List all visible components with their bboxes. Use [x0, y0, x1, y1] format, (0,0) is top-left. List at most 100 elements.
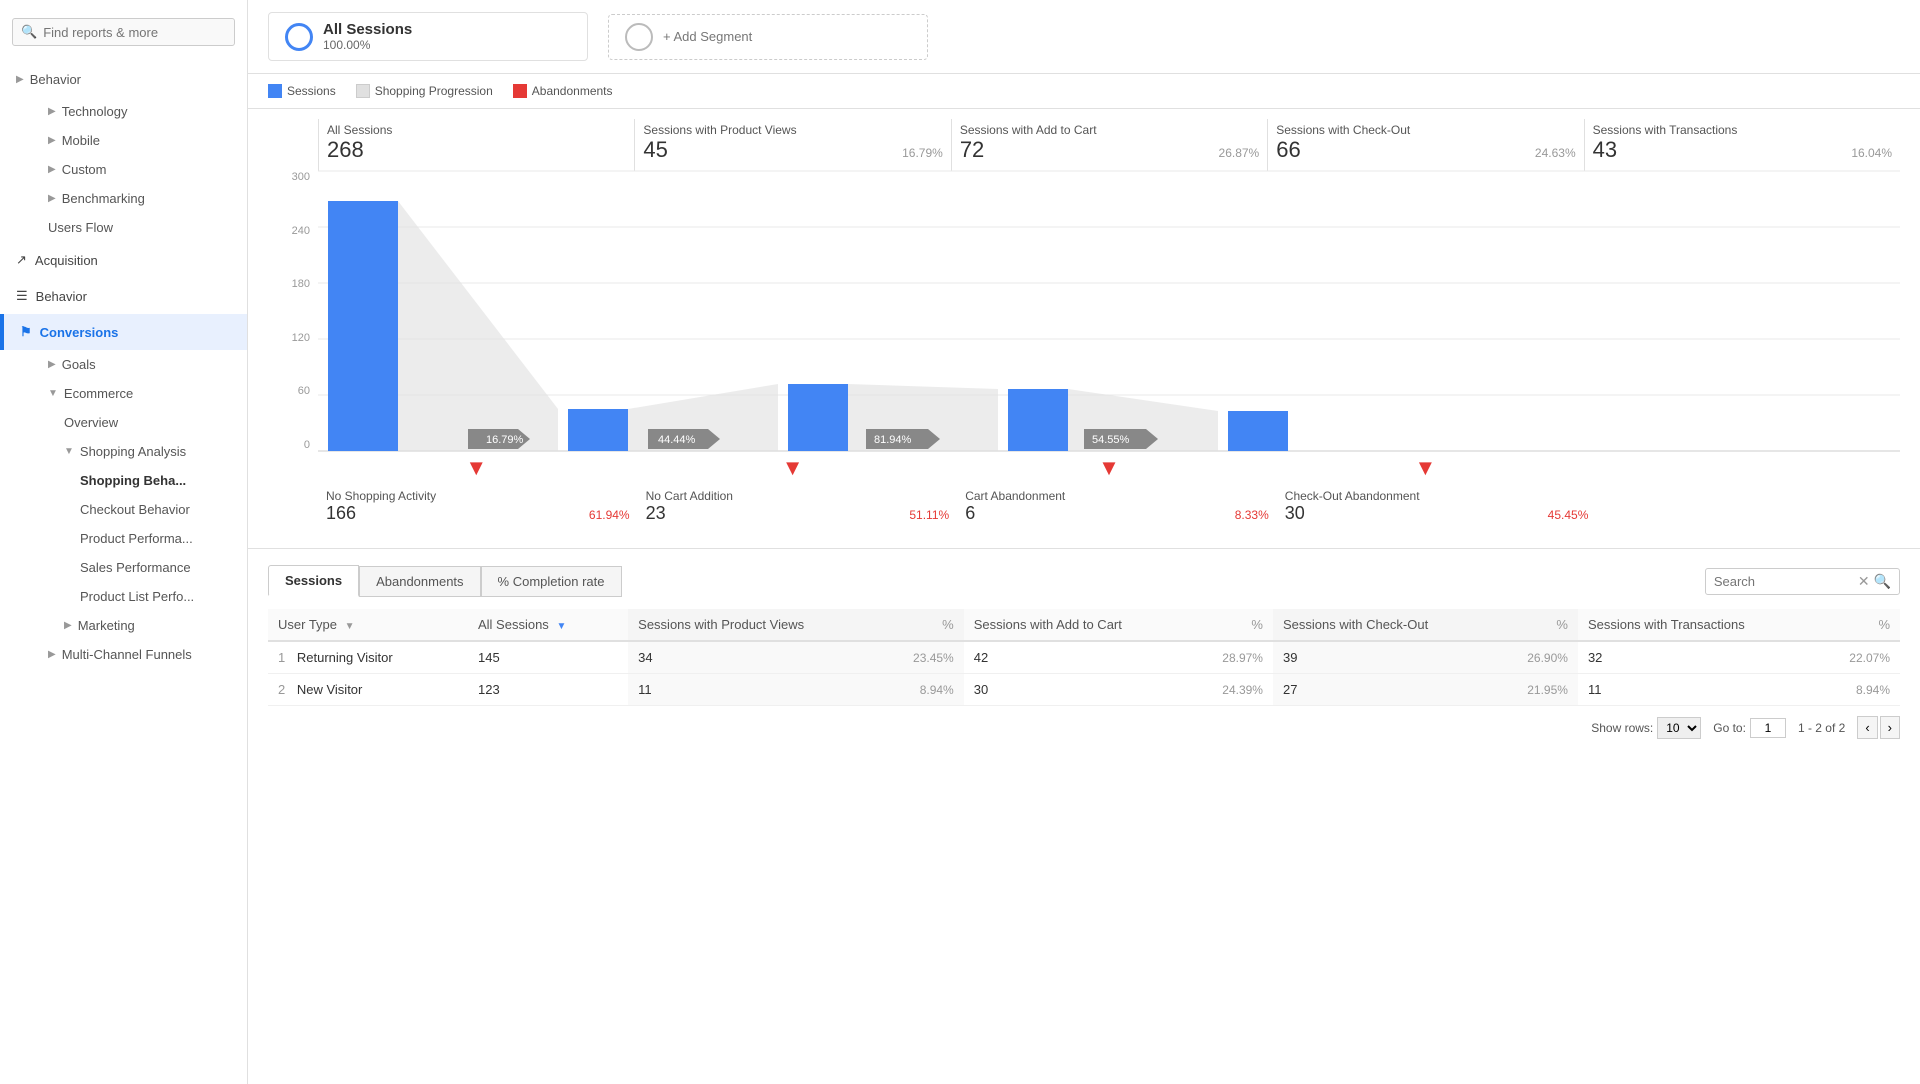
arrow-icon: ▶	[48, 106, 56, 117]
sidebar-item-behavior-main[interactable]: ☰ Behavior	[0, 278, 247, 314]
row2-all-sessions: 123	[468, 674, 628, 706]
col-header-all-sessions[interactable]: All Sessions ▼	[468, 609, 628, 641]
sidebar-item-product-performance[interactable]: Product Performa...	[64, 524, 247, 553]
y-label-5: 300	[292, 171, 310, 183]
col-label-user-type: User Type	[278, 617, 337, 632]
sidebar-item-shopping-behavior[interactable]: Shopping Beha...	[64, 466, 247, 495]
col-header-pct-2: %	[1212, 609, 1273, 641]
sessions-legend-box	[268, 84, 282, 98]
search-input[interactable]	[43, 25, 226, 40]
col-header-transactions: Sessions with Transactions	[1578, 609, 1839, 641]
sidebar-label: Users Flow	[48, 220, 113, 235]
sidebar-item-ecommerce[interactable]: ▼ Ecommerce	[32, 379, 247, 408]
add-segment-button[interactable]: + Add Segment	[608, 14, 928, 60]
goto-label: Go to:	[1713, 721, 1746, 735]
table-footer: Show rows: 10 25 50 Go to: 1 - 2 of 2 ‹ …	[268, 706, 1900, 739]
stage-pct-2: 26.87%	[1219, 146, 1260, 160]
row2-checkout-pct: 21.95%	[1517, 674, 1578, 706]
sidebar-label: Checkout Behavior	[80, 502, 190, 517]
tab-completion-rate[interactable]: % Completion rate	[481, 566, 622, 597]
arrow-label-2: 81.94%	[874, 434, 912, 446]
legend-bar: Sessions Shopping Progression Abandonmen…	[248, 74, 1920, 109]
prev-page-button[interactable]: ‹	[1857, 716, 1877, 739]
stage-value-0: 268	[327, 137, 364, 163]
row1-user-type: 1 Returning Visitor	[268, 641, 468, 674]
down-arrow-2: ▼	[951, 451, 1267, 485]
table-header-row: User Type ▼ All Sessions ▼ Sessions with…	[268, 609, 1900, 641]
row2-checkout: 27	[1273, 674, 1517, 706]
sidebar-item-conversions[interactable]: ⚑ Conversions	[0, 314, 247, 350]
goto-box[interactable]: Go to:	[1713, 718, 1786, 738]
aband-label-2: Cart Abandonment	[965, 489, 1269, 503]
table-search-box[interactable]: ✕ 🔍	[1705, 568, 1900, 595]
row1-transactions: 32	[1578, 641, 1839, 674]
tab-abandonments[interactable]: Abandonments	[359, 566, 480, 597]
aband-value-1: 23	[646, 503, 666, 524]
funnel-chart-container: All Sessions 268 Sessions with Product V…	[248, 109, 1920, 549]
legend-sessions-label: Sessions	[287, 84, 336, 98]
next-page-button[interactable]: ›	[1880, 716, 1900, 739]
page-info: 1 - 2 of 2	[1798, 721, 1845, 735]
search-icon: 🔍	[21, 24, 37, 40]
table-search-input[interactable]	[1714, 574, 1854, 589]
sidebar-item-product-list[interactable]: Product List Perfo...	[64, 582, 247, 611]
clear-search-icon[interactable]: ✕	[1858, 573, 1870, 590]
stage-label-2: Sessions with Add to Cart	[960, 123, 1259, 137]
sidebar-item-overview[interactable]: Overview	[48, 408, 247, 437]
sidebar-item-benchmarking[interactable]: ▶ Benchmarking	[32, 184, 247, 213]
col-header-user-type[interactable]: User Type ▼	[268, 609, 468, 641]
y-label-3: 180	[292, 278, 310, 290]
arrow-icon: ▼	[64, 446, 74, 457]
search-box[interactable]: 🔍	[12, 18, 235, 46]
sidebar-item-checkout-behavior[interactable]: Checkout Behavior	[64, 495, 247, 524]
legend-progression-label: Shopping Progression	[375, 84, 493, 98]
stage-label-3: Sessions with Check-Out	[1276, 123, 1575, 137]
rows-per-page-select[interactable]: 10 25 50	[1657, 717, 1701, 739]
sidebar-item-sales-performance[interactable]: Sales Performance	[64, 553, 247, 582]
stage-pct-4: 16.04%	[1851, 146, 1892, 160]
stage-label-4: Sessions with Transactions	[1593, 123, 1892, 137]
sidebar-item-goals[interactable]: ▶ Goals	[32, 350, 247, 379]
sort-icon-user-type: ▼	[345, 621, 355, 632]
sidebar-item-marketing[interactable]: ▶ Marketing	[48, 611, 247, 640]
legend-progression: Shopping Progression	[356, 84, 493, 98]
sidebar-item-acquisition[interactable]: ↗ Acquisition	[0, 242, 247, 278]
all-sessions-segment[interactable]: All Sessions 100.00%	[268, 12, 588, 61]
page-nav[interactable]: ‹ ›	[1857, 716, 1900, 739]
sidebar-label: Behavior	[36, 289, 87, 304]
goto-input[interactable]	[1750, 718, 1786, 738]
sidebar-item-mobile[interactable]: ▶ Mobile	[32, 126, 247, 155]
row2-transactions: 11	[1578, 674, 1839, 706]
stage-value-3: 66	[1276, 137, 1300, 163]
sidebar-item-technology[interactable]: ▶ Technology	[32, 97, 247, 126]
stage-value-2: 72	[960, 137, 984, 163]
arrow-icon: ▼	[48, 388, 58, 399]
sidebar-label: Behavior	[30, 72, 81, 87]
data-table: User Type ▼ All Sessions ▼ Sessions with…	[268, 609, 1900, 706]
sidebar-item-multi-channel[interactable]: ▶ Multi-Channel Funnels	[32, 640, 247, 669]
arrow-icon: ▶	[48, 164, 56, 175]
aband-value-3: 30	[1285, 503, 1305, 524]
arrow-icon: ▶	[48, 193, 56, 204]
rows-select[interactable]: Show rows: 10 25 50	[1591, 717, 1701, 739]
bar-stage-4	[1228, 411, 1288, 451]
sidebar-item-users-flow[interactable]: Users Flow	[32, 213, 247, 242]
sidebar-label: Mobile	[62, 133, 100, 148]
stage-header-3: Sessions with Check-Out 66 24.63%	[1267, 119, 1583, 171]
segment-pct: 100.00%	[323, 38, 412, 52]
col-label-add-cart: Sessions with Add to Cart	[974, 617, 1122, 632]
tab-sessions[interactable]: Sessions	[268, 565, 359, 597]
search-icon[interactable]: 🔍	[1874, 573, 1891, 590]
sidebar-item-custom[interactable]: ▶ Custom	[32, 155, 247, 184]
aband-pct-3: 45.45%	[1548, 508, 1589, 522]
sidebar-item-behavior[interactable]: ▶ Behavior	[0, 62, 247, 97]
row1-prod-views: 34	[628, 641, 903, 674]
sidebar-item-shopping-analysis[interactable]: ▼ Shopping Analysis	[48, 437, 247, 466]
segment-bar: All Sessions 100.00% + Add Segment	[248, 0, 1920, 74]
arrow-label-0: 16.79%	[486, 434, 524, 446]
row2-user-type: 2 New Visitor	[268, 674, 468, 706]
down-arrow-icon-3: ▼	[1415, 455, 1437, 481]
y-label-2: 120	[292, 332, 310, 344]
legend-abandonments: Abandonments	[513, 84, 613, 98]
sidebar-label: Overview	[64, 415, 118, 430]
